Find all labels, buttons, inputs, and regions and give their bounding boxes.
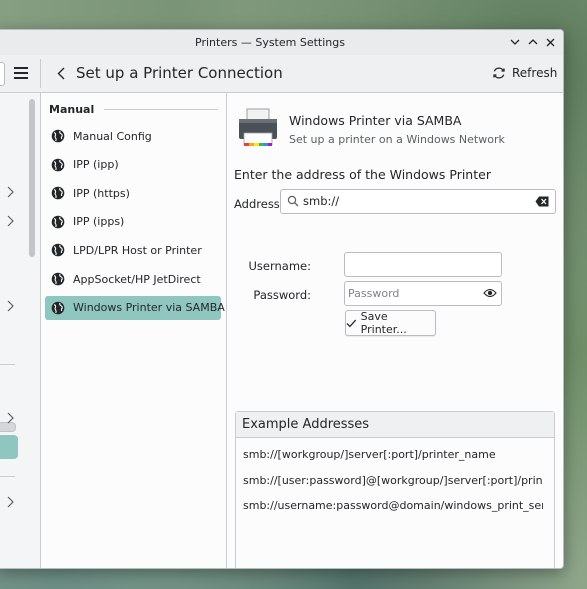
- sidebar-item-printers[interactable]: [0, 435, 18, 459]
- globe-icon: [51, 129, 65, 143]
- list-item[interactable]: AppSocket/HP JetDirect: [45, 267, 221, 291]
- chevron-right-icon[interactable]: [5, 300, 15, 312]
- refresh-button[interactable]: Refresh: [492, 63, 557, 83]
- globe-icon: [51, 215, 65, 229]
- list-item-label: IPP (ipps): [73, 215, 125, 229]
- list-item[interactable]: Windows Printer via SAMBA: [45, 295, 225, 320]
- globe-icon: [51, 272, 65, 286]
- refresh-label: Refresh: [512, 66, 558, 80]
- list-item-label: IPP (https): [73, 186, 130, 200]
- save-printer-button[interactable]: Save Printer...: [345, 310, 436, 336]
- list-item[interactable]: IPP (https): [45, 181, 221, 205]
- address-heading: Enter the address of the Windows Printer: [234, 167, 491, 182]
- printer-type-title: Windows Printer via SAMBA: [289, 113, 462, 128]
- list-item[interactable]: IPP (ipp): [45, 153, 221, 177]
- printer-type-description: Set up a printer on a Windows Network: [289, 133, 505, 146]
- example-address-row: smb://[user:password]@[workgroup/]server…: [243, 474, 543, 487]
- example-address-row: smb://[workgroup/]server[:port]/printer_…: [243, 448, 496, 461]
- section-header: Manual: [49, 101, 218, 117]
- menu-button[interactable]: [11, 63, 31, 83]
- minimize-button[interactable]: [507, 34, 523, 50]
- page-title: Set up a Printer Connection: [76, 64, 283, 82]
- chevron-right-icon[interactable]: [5, 412, 15, 424]
- chevron-right-icon[interactable]: [5, 496, 15, 508]
- title-bar[interactable]: Printers — System Settings: [0, 30, 563, 55]
- search-icon: [287, 195, 299, 207]
- password-label: Password:: [253, 288, 311, 302]
- example-address-row: smb://username:password@domain/windows_p…: [243, 499, 543, 512]
- chevron-right-icon[interactable]: [5, 215, 15, 227]
- save-printer-label: Save Printer...: [360, 310, 407, 336]
- scrollbar[interactable]: [29, 99, 35, 257]
- checkmark-icon: [346, 319, 357, 327]
- close-button[interactable]: [542, 34, 558, 50]
- connection-type-list: Manual Manual Config IPP (ipp) IPP (https)…: [29, 93, 227, 568]
- settings-window: Printers — System Settings Set up a Prin…: [0, 29, 564, 569]
- globe-icon: [51, 158, 65, 171]
- username-input[interactable]: [344, 252, 502, 277]
- list-item-label: IPP (ipp): [73, 158, 119, 172]
- eye-icon[interactable]: [483, 287, 497, 299]
- back-button[interactable]: [51, 63, 71, 83]
- example-addresses-panel: Example Addresses smb://[workgroup/]serv…: [235, 411, 555, 568]
- address-input[interactable]: smb://: [280, 189, 556, 214]
- list-item-label: Windows Printer via SAMBA: [73, 301, 225, 315]
- hamburger-icon: [14, 67, 28, 69]
- address-label: Address:: [234, 197, 284, 211]
- printer-icon: [239, 108, 277, 146]
- chevron-down-icon: [510, 39, 520, 45]
- clear-icon[interactable]: [535, 196, 549, 207]
- list-item-label: LPD/LPR Host or Printer: [73, 243, 202, 257]
- example-addresses-header: Example Addresses: [236, 412, 554, 438]
- globe-icon: [51, 186, 65, 200]
- list-item[interactable]: IPP (ipps): [45, 210, 221, 234]
- address-value: smb://: [303, 194, 340, 208]
- window-title: Printers — System Settings: [195, 36, 345, 49]
- password-input[interactable]: Password: [344, 281, 502, 306]
- username-label: Username:: [248, 259, 312, 273]
- close-icon: [546, 38, 554, 46]
- globe-icon: [51, 301, 65, 314]
- list-item[interactable]: LPD/LPR Host or Printer: [45, 238, 221, 262]
- list-item-label: AppSocket/HP JetDirect: [73, 272, 201, 286]
- password-placeholder: Password: [348, 287, 400, 300]
- chevron-right-icon[interactable]: [5, 186, 15, 198]
- page-header: Set up a Printer Connection Refresh: [0, 55, 563, 93]
- detail-panel: Windows Printer via SAMBA Set up a print…: [227, 93, 563, 568]
- list-item[interactable]: Manual Config: [45, 124, 221, 148]
- chevron-up-icon: [528, 39, 538, 45]
- chevron-left-icon: [57, 67, 65, 79]
- search-input[interactable]: [0, 62, 5, 86]
- maximize-button[interactable]: [525, 34, 541, 50]
- list-item-label: Manual Config: [73, 129, 152, 143]
- refresh-icon: [493, 67, 505, 79]
- globe-icon: [51, 244, 65, 257]
